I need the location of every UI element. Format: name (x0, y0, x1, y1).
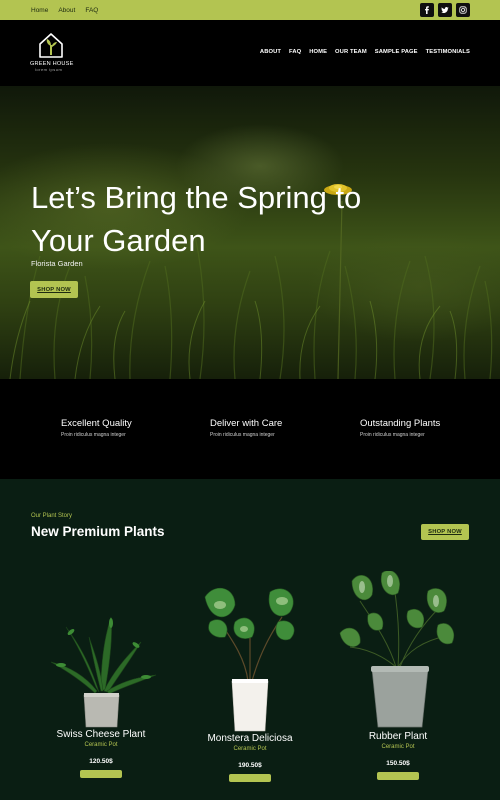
feature-text: Proin ridiculus magna integer (210, 432, 275, 438)
twitter-icon[interactable] (438, 3, 452, 17)
section-title: New Premium Plants (31, 524, 165, 539)
product-add-button[interactable] (229, 774, 271, 782)
product-price: 190.50$ (238, 762, 262, 769)
features-section: Excellent Quality Proin ridiculus magna … (0, 379, 500, 479)
product-card[interactable]: Rubber Plant Ceramic Pot 150.50$ (338, 571, 458, 780)
product-card[interactable]: Monstera Deliciosa Ceramic Pot 190.50$ (190, 577, 310, 782)
hero-title: Let’s Bring the Spring to Your Garden (31, 180, 362, 258)
nav-sample-page[interactable]: SAMPLE PAGE (375, 49, 418, 55)
nav-home[interactable]: HOME (309, 49, 327, 55)
product-price: 150.50$ (386, 760, 410, 767)
hero-section: Let’s Bring the Spring to Your Garden Fl… (0, 86, 500, 379)
section-eyebrow: Our Plant Story (31, 513, 73, 519)
logo-tagline: lorem ipsum (35, 67, 63, 72)
product-price: 120.50$ (89, 758, 113, 765)
product-add-button[interactable] (80, 770, 122, 778)
facebook-icon[interactable] (420, 3, 434, 17)
hero-subtitle: Florista Garden (31, 259, 83, 268)
feature-text: Proin ridiculus magna integer (61, 432, 126, 438)
feature-excellent-quality: Excellent Quality Proin ridiculus magna … (61, 418, 132, 438)
top-nav: Home About FAQ (31, 0, 98, 20)
nav-testimonials[interactable]: TESTIMONIALS (426, 49, 470, 55)
product-add-button[interactable] (377, 772, 419, 780)
house-plant-logo-icon (39, 33, 63, 58)
feature-title: Deliver with Care (210, 418, 283, 429)
product-type: Ceramic Pot (233, 746, 267, 752)
nav-faq[interactable]: FAQ (289, 49, 301, 55)
top-bar: Home About FAQ (0, 0, 500, 20)
product-card[interactable]: Swiss Cheese Plant Ceramic Pot 120.50$ (41, 587, 161, 778)
social-links (420, 3, 470, 17)
logo[interactable]: GREEN HOUSE lorem ipsum (30, 31, 76, 72)
hero-shop-now-button[interactable]: SHOP NOW (30, 281, 78, 298)
instagram-icon[interactable] (456, 3, 470, 17)
top-nav-faq[interactable]: FAQ (85, 7, 98, 14)
product-type: Ceramic Pot (84, 742, 118, 748)
feature-deliver-with-care: Deliver with Care Proin ridiculus magna … (210, 418, 282, 438)
feature-title: Excellent Quality (61, 418, 132, 429)
nav-our-team[interactable]: OUR TEAM (335, 49, 367, 55)
feature-text: Proin ridiculus magna integer (360, 432, 425, 438)
product-image-rubber-plant (339, 571, 455, 728)
products-section: Our Plant Story New Premium Plants SHOP … (0, 479, 500, 800)
main-nav: ABOUT FAQ HOME OUR TEAM SAMPLE PAGE TEST… (260, 49, 470, 55)
feature-outstanding-plants: Outstanding Plants Proin ridiculus magna… (360, 418, 440, 438)
products-shop-now-button[interactable]: SHOP NOW (421, 524, 469, 540)
product-image-monstera-deliciosa (204, 587, 295, 732)
product-name[interactable]: Monstera Deliciosa (190, 733, 310, 744)
product-name[interactable]: Swiss Cheese Plant (41, 729, 161, 740)
feature-title: Outstanding Plants (360, 418, 441, 429)
product-image-swiss-cheese-plant (50, 616, 157, 728)
site-header: GREEN HOUSE lorem ipsum ABOUT FAQ HOME O… (0, 20, 500, 86)
top-nav-about[interactable]: About (58, 7, 75, 14)
product-type: Ceramic Pot (381, 744, 415, 750)
product-name[interactable]: Rubber Plant (338, 731, 458, 742)
top-nav-home[interactable]: Home (31, 7, 48, 14)
nav-about[interactable]: ABOUT (260, 49, 281, 55)
